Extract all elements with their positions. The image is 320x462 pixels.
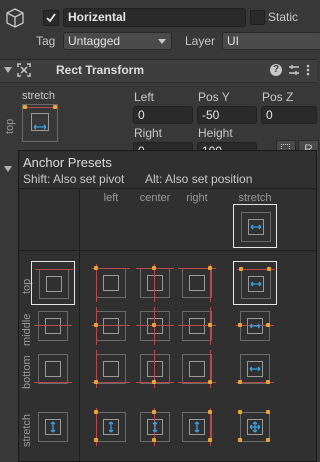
- anchor-dot: [94, 323, 98, 327]
- anchor-preset-middle-stretch[interactable]: [233, 304, 277, 348]
- popup-divider: [19, 188, 316, 189]
- anchor-preset-bottom-center[interactable]: [133, 347, 177, 391]
- anchor-dot: [152, 380, 156, 384]
- pos-z-label: Pos Z: [262, 90, 294, 104]
- stretch-arrow-icon: [248, 362, 262, 376]
- tag-value: Untagged: [68, 34, 121, 48]
- active-checkbox[interactable]: [43, 10, 59, 26]
- col-label-center: center: [139, 192, 171, 204]
- anchor-dot: [266, 323, 270, 327]
- anchor-preset-top-right[interactable]: [175, 261, 219, 305]
- anchor-preset-bottom-left[interactable]: [89, 347, 133, 391]
- anchor-dot: [208, 380, 212, 384]
- anchor-dot: [208, 438, 212, 442]
- anchor-dot: [239, 267, 243, 271]
- object-name-field[interactable]: Horizental: [63, 8, 246, 27]
- grid-v-divider: [79, 189, 80, 461]
- anchor-v-label: top: [4, 118, 16, 134]
- anchor-dot: [266, 410, 270, 414]
- stretch-arrow-icon: [46, 420, 60, 434]
- anchor-preset-top-left[interactable]: [89, 261, 133, 305]
- anchor-dot: [238, 438, 242, 442]
- dropdown-arrow-icon: [158, 39, 166, 44]
- anchor-dot: [152, 323, 156, 327]
- anchor-preset-middle-center[interactable]: [133, 304, 177, 348]
- anchor-dot: [94, 380, 98, 384]
- anchor-preset-middle-none[interactable]: [31, 304, 75, 348]
- layer-value: UI: [227, 34, 239, 48]
- anchor-dot: [152, 410, 156, 414]
- anchor-preset-top-stretch[interactable]: [233, 261, 277, 305]
- anchor-preset-button[interactable]: [22, 104, 58, 142]
- stretch-arrow-icon: [104, 420, 118, 434]
- anchor-dot: [238, 410, 242, 414]
- layer-dropdown[interactable]: UI: [222, 32, 320, 50]
- tag-label: Tag: [36, 34, 56, 48]
- anchor-preset-bottom-right[interactable]: [175, 347, 219, 391]
- height-label: Height: [198, 126, 233, 140]
- rect-transform-icon: [17, 63, 31, 77]
- anchor-preset-bottom-stretch[interactable]: [233, 347, 277, 391]
- anchor-dot: [266, 438, 270, 442]
- static-label: Static: [268, 10, 299, 24]
- anchor-preset-stretch-center[interactable]: [133, 405, 177, 449]
- stretch-arrow-icon: [148, 420, 162, 434]
- pos-y-input[interactable]: -50: [197, 106, 257, 124]
- popup-hint-alt: Alt: Also set position: [145, 172, 253, 186]
- anchor-preset-stretch-none[interactable]: [31, 405, 75, 449]
- pos-y-label: Pos Y: [198, 90, 230, 104]
- foldout-arrow-icon[interactable]: [4, 67, 12, 73]
- anchor-presets-popup: Anchor Presets Shift: Also set pivot Alt…: [18, 150, 317, 462]
- anchor-dot: [267, 267, 271, 271]
- anchor-preset-top-none[interactable]: [31, 261, 75, 305]
- anchor-dot: [94, 438, 98, 442]
- anchor-dot: [94, 410, 98, 414]
- component-title: Rect Transform: [56, 63, 145, 77]
- anchor-preset-stretch-stretch[interactable]: [233, 405, 277, 449]
- static-checkbox[interactable]: [250, 10, 265, 25]
- anchor-dot: [208, 323, 212, 327]
- tag-dropdown[interactable]: Untagged: [63, 32, 172, 50]
- anchor-preset-stretch-left[interactable]: [89, 405, 133, 449]
- left-input[interactable]: 0: [133, 106, 193, 124]
- col-label-left: left: [103, 192, 119, 204]
- anchor-dot: [94, 266, 98, 270]
- stretch-arrow-icon: [33, 119, 47, 133]
- anchor-preset-stretch-right[interactable]: [175, 405, 219, 449]
- popup-hint-shift: Shift: Also set pivot: [23, 172, 125, 186]
- popup-title: Anchor Presets: [23, 155, 112, 170]
- stretch-arrow-icon: [190, 420, 204, 434]
- stretch-arrow-icon: [248, 420, 262, 434]
- col-label-stretch: stretch: [238, 192, 272, 204]
- layer-label: Layer: [185, 34, 216, 48]
- anchor-preset-middle-left[interactable]: [89, 304, 133, 348]
- presets-icon[interactable]: [288, 64, 300, 76]
- anchor-preset-top-center[interactable]: [133, 261, 177, 305]
- anchor-preset-middle-right[interactable]: [175, 304, 219, 348]
- anchor-preset-none-stretch[interactable]: [233, 204, 277, 248]
- stretch-arrow-icon: [248, 319, 262, 333]
- anchor-dot: [266, 380, 270, 384]
- anchor-dot: [238, 380, 242, 384]
- right-label: Right: [134, 126, 163, 140]
- anchor-dot: [238, 323, 242, 327]
- help-icon[interactable]: ?: [270, 64, 282, 76]
- stretch-arrow-icon: [249, 277, 263, 291]
- anchor-h-label: stretch: [22, 90, 56, 102]
- grid-h-divider: [19, 250, 316, 251]
- anchor-dot: [208, 266, 212, 270]
- anchor-dot: [208, 410, 212, 414]
- anchor-dot: [152, 438, 156, 442]
- gameobject-icon: [4, 7, 26, 29]
- context-menu-icon[interactable]: [306, 64, 310, 76]
- anchor-dot: [152, 266, 156, 270]
- col-label-right: right: [186, 192, 208, 204]
- left-label: Left: [134, 90, 155, 104]
- stretch-arrow-icon: [249, 220, 263, 234]
- pos-z-input[interactable]: 0: [261, 106, 317, 124]
- anchor-preset-bottom-none[interactable]: [31, 347, 75, 391]
- pivot-foldout-arrow-icon[interactable]: [4, 166, 12, 172]
